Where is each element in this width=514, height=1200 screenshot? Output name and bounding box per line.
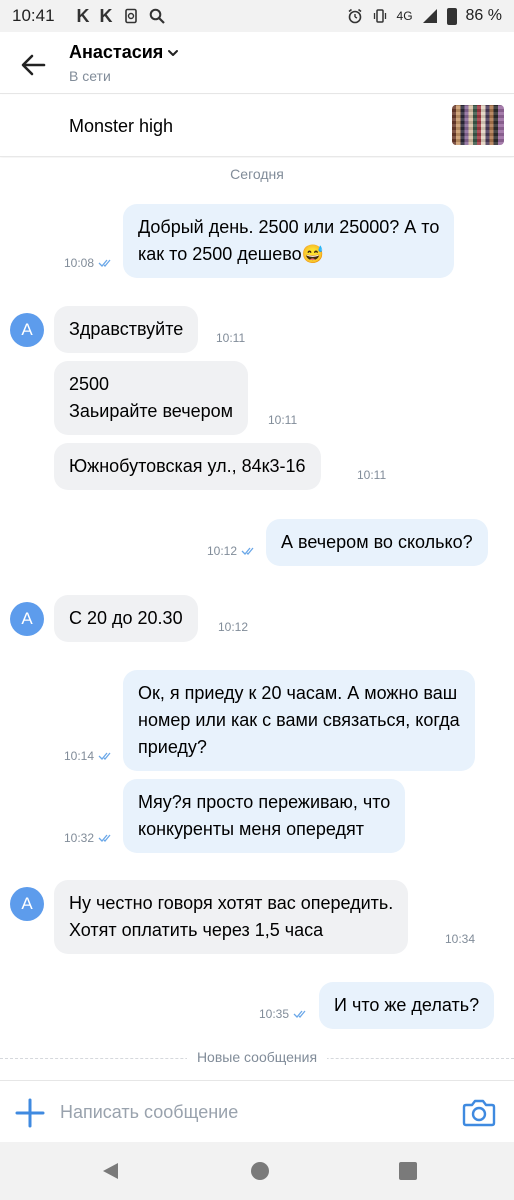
avatar[interactable]: А (10, 313, 44, 347)
new-messages-divider: Новые сообщения (0, 1048, 514, 1068)
outgoing-message[interactable]: И что же делать? (319, 982, 495, 1029)
chat-header: Анастасия В сети (0, 32, 514, 94)
battery-level: 86 % (465, 7, 502, 24)
message-timestamp: 10:12 (218, 620, 248, 634)
plus-icon[interactable] (14, 1097, 46, 1129)
outgoing-message[interactable]: Ок, я приеду к 20 часам. А можно ваш номе… (123, 670, 475, 771)
incoming-message[interactable]: Южнобутовская ул., 84к3-16 (54, 443, 321, 490)
read-receipt-icon (293, 1010, 306, 1018)
read-receipt-icon (98, 834, 111, 842)
new-messages-label: Новые сообщения (186, 1049, 328, 1065)
nav-home-icon[interactable] (250, 1161, 270, 1181)
message-input[interactable] (60, 1095, 440, 1129)
message-text-line: И что же делать? (334, 995, 480, 1015)
incoming-message[interactable]: Ну честно говоря хотят вас опередить. Хот… (54, 880, 409, 954)
message-time: 10:11 (268, 413, 298, 427)
message-composer (0, 1080, 514, 1142)
outgoing-message[interactable]: Добрый день. 2500 или 25000? А то как то … (123, 204, 455, 278)
message-time: 10:11 (216, 331, 246, 345)
message-time: 10:32 (64, 831, 95, 845)
outgoing-message[interactable]: Мяу?я просто переживаю, что конкуренты ме… (123, 779, 406, 853)
message-list[interactable]: Сегодня Добрый день. 2500 или 25000? А т… (0, 158, 514, 1078)
chevron-down-icon (168, 50, 179, 57)
message-text-line: Мяу?я просто переживаю, что (138, 792, 391, 812)
message-timestamp: 10:11 (268, 413, 297, 427)
product-title: Monster high (69, 116, 174, 136)
k-icon: K (76, 5, 90, 26)
message-time: 10:12 (218, 620, 249, 634)
message-time: 10:14 (64, 749, 95, 763)
nav-back-icon[interactable] (100, 1161, 120, 1181)
status-bar-right: 4G 86 % (347, 7, 502, 25)
message-timestamp: 10:11 (357, 468, 386, 482)
read-receipt-icon (98, 259, 111, 267)
message-text-line: приеду? (138, 737, 207, 757)
message-time: 10:12 (207, 544, 238, 558)
message-text-line: Хотят оплатить через 1,5 часа (69, 920, 324, 940)
nav-recents-icon[interactable] (398, 1161, 418, 1181)
k-icon: K (99, 5, 113, 26)
message-time: 10:35 (259, 1007, 290, 1021)
incoming-message[interactable]: Здравствуйте (54, 306, 199, 353)
signal-icon (422, 9, 437, 23)
message-time: 10:34 (445, 932, 476, 946)
system-navigation-bar (0, 1142, 514, 1200)
message-timestamp: 10:11 (216, 331, 245, 345)
message-text-line: А вечером во сколько? (281, 532, 473, 552)
copy-icon (124, 8, 137, 24)
message-text-line: 2500 (69, 374, 110, 394)
message-text-line: Ну честно говоря хотят вас опередить. (69, 893, 394, 913)
avatar[interactable]: А (10, 602, 44, 636)
new-messages-label-wrap: Новые сообщения (0, 1049, 514, 1065)
status-time: 10:41 (12, 6, 55, 25)
status-bar-left: 10:41 K K (12, 6, 165, 27)
product-bar[interactable]: Monster high (0, 95, 514, 157)
network-type: 4G (396, 9, 413, 23)
read-receipt-icon (241, 547, 254, 555)
incoming-message[interactable]: С 20 до 20.30 (54, 595, 198, 642)
back-arrow-icon[interactable] (18, 50, 50, 80)
status-bar: 10:41 K K 4G 86 % (0, 0, 514, 32)
read-receipt-icon (98, 752, 111, 760)
message-text-line: Добрый день. 2500 или 25000? А то (138, 217, 440, 237)
search-icon (149, 8, 165, 24)
outgoing-message[interactable]: А вечером во сколько? (266, 519, 488, 566)
date-separator: Сегодня (230, 166, 284, 182)
incoming-message[interactable]: 2500 Заьирайте вечером (54, 361, 249, 435)
message-text-line: Южнобутовская ул., 84к3-16 (69, 456, 306, 476)
message-text-line: Здравствуйте (69, 319, 184, 339)
message-text-line: как то 2500 дешево😅 (138, 244, 325, 264)
battery-icon (446, 7, 457, 25)
message-timestamp: 10:35 (259, 1007, 309, 1021)
message-timestamp: 10:08 (64, 256, 114, 270)
message-text-line: Ок, я приеду к 20 часам. А можно ваш (138, 683, 458, 703)
message-timestamp: 10:32 (64, 831, 114, 845)
message-time: 10:11 (357, 468, 387, 482)
contact-online-status: В сети (69, 68, 111, 84)
alarm-icon (348, 8, 362, 24)
camera-icon[interactable] (462, 1097, 496, 1127)
contact-name-button[interactable]: Анастасия (69, 42, 179, 63)
product-thumbnail[interactable] (452, 105, 504, 145)
message-timestamp: 10:12 (207, 544, 257, 558)
message-text-line: Заьирайте вечером (69, 401, 234, 421)
message-text-line: С 20 до 20.30 (69, 608, 183, 628)
contact-name: Анастасия (69, 42, 164, 62)
avatar[interactable]: А (10, 887, 44, 921)
message-timestamp: 10:14 (64, 749, 114, 763)
message-text-line: конкуренты меня опередят (138, 819, 365, 839)
vibrate-icon (373, 9, 386, 23)
message-timestamp: 10:34 (445, 932, 475, 946)
message-text-line: номер или как с вами связаться, когда (138, 710, 460, 730)
message-time: 10:08 (64, 256, 95, 270)
